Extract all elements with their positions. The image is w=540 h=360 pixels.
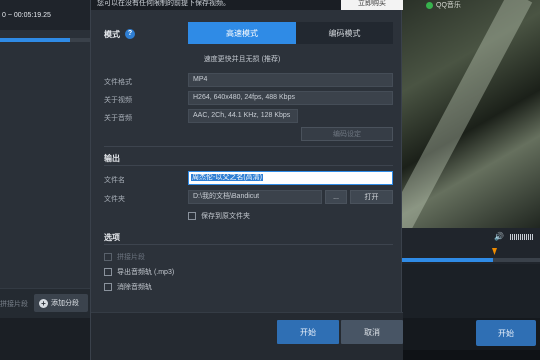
tab-encoding-mode[interactable]: 编码模式 [296,22,393,44]
join-segments-label: 拼接片段 [0,301,28,308]
time-range-text: 0 ~ 00:05:19.25 [2,12,51,19]
remove-audio-checkbox-row[interactable]: 消除音频轨 [104,282,152,292]
filename-label: 文件名 [104,177,125,184]
left-progress-fill [0,38,71,42]
mode-description: 速度更快并且无损 (推荐) [203,56,281,63]
folder-path-field[interactable]: D:\我的文档\Bandicut [188,190,322,204]
export-audio-checkbox-row[interactable]: 导出音频轨 (.mp3) [104,267,174,277]
browse-folder-button[interactable]: ... [325,190,347,204]
time-range-prefix: 0 ~ [2,12,12,19]
filename-value: 周杰伦-以父之名(高清) [191,174,263,181]
buy-now-button[interactable]: 立即购买 [341,0,403,10]
video-frame-detail [402,0,533,228]
video-preview[interactable] [402,0,540,228]
volume-icon[interactable]: 🔊 [494,233,504,241]
brand-label: QQ音乐 [436,2,461,9]
video-info-field: H264, 640x480, 24fps, 488 Kbps [188,91,393,105]
video-info-label: 关于视频 [104,97,132,104]
background-right-panel: QQ音乐 🔊 开始 [402,0,540,360]
file-format-label: 文件格式 [104,79,132,86]
save-to-original-checkbox-row[interactable]: 保存到原文件夹 [188,211,250,221]
remove-audio-label: 消除音频轨 [117,284,152,291]
encode-settings-button[interactable]: 编码设定 [301,127,393,141]
volume-level-bars[interactable] [510,234,534,240]
folder-label: 文件夹 [104,196,125,203]
seek-bar[interactable] [402,258,540,262]
player-controls: 🔊 [402,228,540,264]
file-format-field: MP4 [188,73,393,87]
join-segments-checkbox [104,253,112,261]
options-section-title: 选项 [104,233,120,242]
export-audio-checkbox[interactable] [104,268,112,276]
background-left-panel: 0 ~ 00:05:19.25 拼接片段 + 添加分段 [0,0,90,360]
open-folder-button[interactable]: 打开 [350,190,393,204]
export-audio-label: 导出音频轨 (.mp3) [117,269,175,276]
divider [104,244,393,245]
banner-text: 您可以在没有任何限制的前提下保存视频。 [97,0,230,7]
audio-info-label: 关于音频 [104,115,132,122]
background-start-button[interactable]: 开始 [476,320,536,346]
divider [104,146,393,147]
remove-audio-checkbox[interactable] [104,283,112,291]
segment-marker-icon[interactable] [492,248,497,255]
save-to-original-checkbox[interactable] [188,212,196,220]
cancel-button[interactable]: 取消 [341,320,403,344]
left-bottom-strip [0,318,90,360]
mode-section-title: 模式 [104,30,120,39]
divider [104,165,393,166]
filename-input[interactable]: 周杰伦-以父之名(高清) [188,171,393,185]
time-range-end: 00:05:19.25 [13,12,51,19]
plus-icon: + [39,298,48,308]
join-segments-checkbox-row: 拼接片段 [104,252,145,262]
help-icon[interactable]: ? [125,29,135,39]
brand-watermark: QQ音乐 [426,0,461,10]
add-segment-button[interactable]: + 添加分段 [34,294,88,312]
start-button[interactable]: 开始 [277,320,339,344]
seek-bar-fill [402,258,494,262]
timeline-area [402,264,540,318]
left-progress-bar[interactable] [0,38,90,42]
add-segment-label: 添加分段 [51,300,79,307]
dialog-banner: 您可以在没有任何限制的前提下保存视频。 立即购买 [91,0,403,10]
join-segments-option-label: 拼接片段 [117,254,145,261]
save-to-original-label: 保存到原文件夹 [201,213,250,220]
music-logo-icon [426,1,433,9]
right-bottom-strip [402,350,540,360]
audio-info-field: AAC, 2Ch, 44.1 KHz, 128 Kbps [188,109,298,123]
save-video-dialog: 您可以在没有任何限制的前提下保存视频。 立即购买 模式 ? 高速模式 编码模式 … [90,0,403,360]
output-section-title: 输出 [104,154,120,163]
tab-high-speed-mode[interactable]: 高速模式 [188,22,296,44]
